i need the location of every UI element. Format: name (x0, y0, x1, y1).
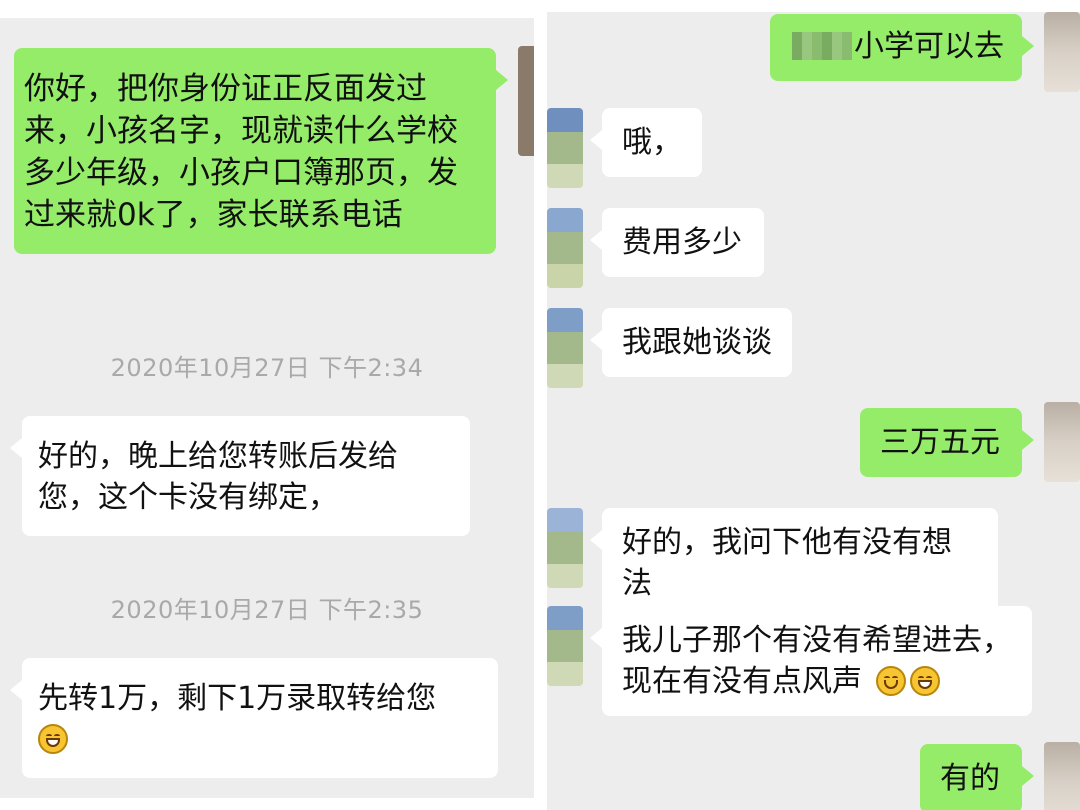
message-text: 好的，我问下他有没有想法 (622, 525, 952, 601)
contact-avatar[interactable] (547, 108, 583, 188)
message-text: 费用多少 (622, 225, 742, 260)
contact-avatar[interactable] (518, 46, 534, 156)
message-text: 三万五元 (880, 425, 1000, 460)
received-message-bubble[interactable]: 好的，我问下他有没有想法 (590, 508, 998, 618)
contact-avatar[interactable] (547, 606, 583, 686)
smile-emoji (875, 666, 906, 696)
left-chat-panel: 你好，把你身份证正反面发过来，小孩名字，现就读什么学校多少年级，小孩户口簿那页，… (0, 18, 534, 798)
received-message-bubble[interactable]: 哦， (590, 108, 702, 177)
sent-message-bubble[interactable]: 小学可以去 (770, 14, 1034, 81)
redacted-text (792, 32, 852, 60)
received-message-bubble[interactable]: 好的，晚上给您转账后发给您，这个卡没有绑定， (10, 416, 470, 536)
message-text: 我跟她谈谈 (622, 325, 772, 360)
message-text: 有的 (940, 761, 1000, 796)
message-text: 小学可以去 (854, 29, 1004, 64)
message-text: 好的，晚上给您转账后发给您，这个卡没有绑定， (38, 439, 398, 515)
self-avatar[interactable] (1044, 402, 1080, 482)
self-avatar[interactable] (1044, 742, 1080, 810)
message-text: 我儿子那个有没有希望进去，现在有没有点风声 (622, 623, 1012, 699)
timestamp: 2020年10月27日 下午2:35 (110, 596, 424, 624)
contact-avatar[interactable] (547, 508, 583, 588)
message-text: 哦， (622, 125, 682, 160)
received-message-bubble[interactable]: 我儿子那个有没有希望进去，现在有没有点风声 (590, 606, 1032, 716)
timestamp: 2020年10月27日 下午2:34 (110, 354, 424, 382)
sent-message-bubble[interactable]: 有的 (920, 744, 1034, 810)
grin-emoji (909, 666, 940, 696)
right-chat-panel: 小学可以去 哦， 费用多少 我跟她谈谈 三万五元 好的，我问下他有没有想法 我儿… (547, 12, 1080, 810)
received-message-bubble[interactable]: 费用多少 (590, 208, 764, 277)
contact-avatar[interactable] (547, 208, 583, 288)
message-text: 你好，把你身份证正反面发过来，小孩名字，现就读什么学校多少年级，小孩户口簿那页，… (24, 71, 458, 233)
received-message-bubble[interactable]: 先转1万，剩下1万录取转给您 (10, 658, 498, 778)
received-message-bubble[interactable]: 我跟她谈谈 (590, 308, 792, 377)
sent-message-bubble[interactable]: 你好，把你身份证正反面发过来，小孩名字，现就读什么学校多少年级，小孩户口簿那页，… (14, 48, 508, 254)
contact-avatar[interactable] (547, 308, 583, 388)
self-avatar[interactable] (1044, 12, 1080, 92)
message-text: 先转1万，剩下1万录取转给您 (38, 681, 437, 716)
sent-message-bubble[interactable]: 三万五元 (860, 408, 1034, 477)
grin-emoji (38, 724, 68, 754)
